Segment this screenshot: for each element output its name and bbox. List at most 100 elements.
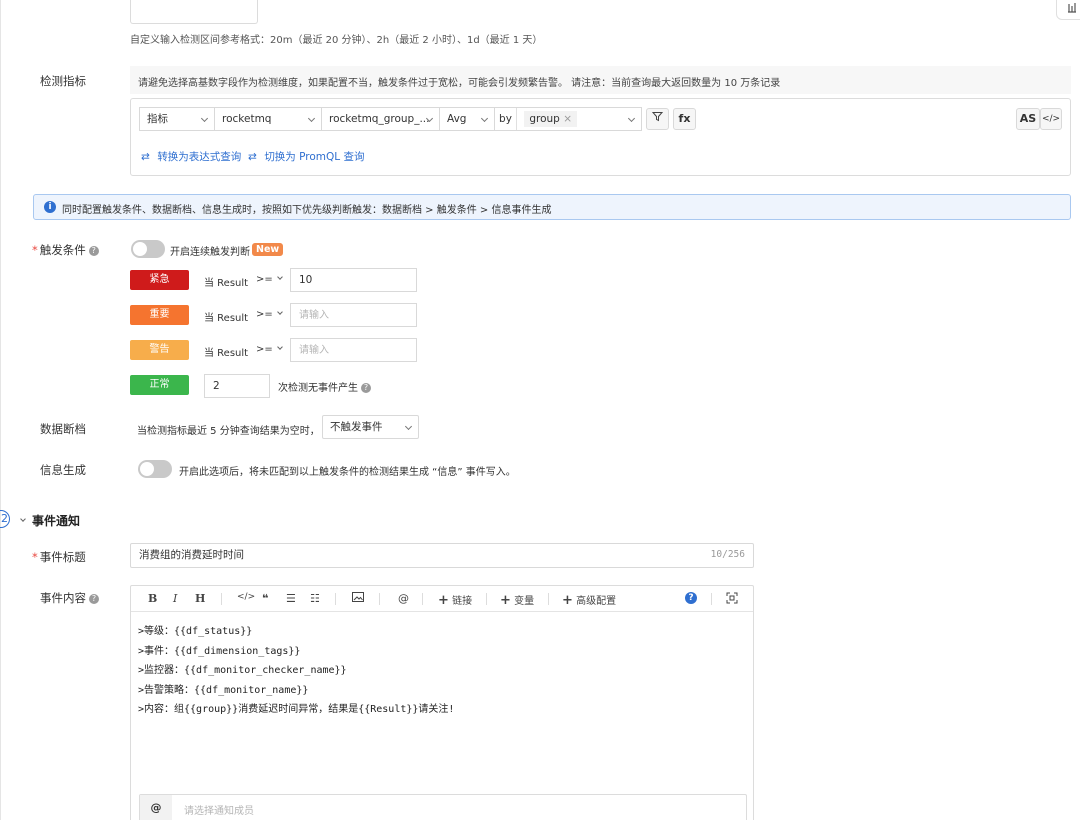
filter-icon [651, 112, 664, 122]
group-tag[interactable]: group × [524, 111, 577, 127]
bullet-list-icon[interactable]: ☰ [286, 592, 296, 605]
fullscreen-icon[interactable] [726, 592, 738, 607]
advanced-config-button[interactable]: + 高级配置 [562, 592, 616, 608]
code-icon: </> [1041, 114, 1061, 124]
threshold-input[interactable]: 请输入 [290, 303, 417, 327]
swap-icon: ⇄ [248, 151, 257, 163]
threshold-input[interactable]: 10 [290, 268, 417, 292]
step-circle-icon: 2 [0, 510, 10, 528]
metric-select[interactable]: rocketmq_group_... [321, 107, 440, 131]
editor-toolbar: B I H </> ❝ ☰ ☷ @ + 链接 + 变量 + 高级配置 ? [131, 586, 753, 612]
metrics-warning-bar: 请避免选择高基数字段作为检测维度，如果配置不当，触发条件过于宽松，可能会引发频繁… [130, 66, 1071, 94]
insert-link-button[interactable]: + 链接 [438, 592, 472, 608]
collapse-chevron-icon[interactable] [16, 514, 26, 527]
help-icon[interactable]: ? [685, 592, 697, 604]
bold-button[interactable]: B [148, 592, 157, 605]
event-title-value: 消费组的消费延时时间 [139, 549, 244, 561]
detection-interval-input[interactable] [130, 0, 258, 24]
help-icon[interactable]: ? [89, 594, 99, 604]
event-title-input[interactable]: 消费组的消费延时时间 10/256 [130, 543, 754, 568]
operator-select[interactable]: >= [256, 309, 283, 320]
info-gen-label: 信息生成 [40, 463, 86, 477]
source-select[interactable]: rocketmq [214, 107, 322, 131]
level-badge-normal: 正常 [130, 375, 189, 395]
editor-line: >事件：{{df_dimension_tags}} [138, 645, 301, 657]
image-icon[interactable] [352, 592, 364, 605]
filter-button[interactable] [646, 108, 669, 130]
insert-link-label: 链接 [452, 596, 473, 607]
info-gen-text: 开启此选项后，将未匹配到以上触发条件的检测结果生成 “信息” 事件写入。 [179, 467, 516, 478]
insert-variable-button[interactable]: + 变量 [500, 592, 534, 608]
switch-promql-link[interactable]: ⇄ 切换为 PromQL 查询 [248, 149, 365, 164]
quote-icon[interactable]: ❝ [262, 592, 268, 605]
info-gen-toggle[interactable] [138, 460, 172, 478]
threshold-value: 10 [299, 274, 313, 286]
normal-count-input[interactable]: 2 [204, 374, 270, 398]
type-select-value: 指标 [147, 113, 168, 125]
switch-expression-label: 转换为表达式查询 [157, 151, 242, 163]
switch-expression-link[interactable]: ⇄ 转换为表达式查询 [141, 149, 241, 164]
editor-line: >等级：{{df_status}} [138, 626, 253, 637]
help-icon[interactable]: ? [88, 246, 99, 256]
level-badge: 重要 [130, 305, 189, 325]
threshold-input[interactable]: 请输入 [290, 338, 417, 362]
editor-line: >监控器：{{df_monitor_checker_name}} [138, 665, 347, 676]
chevron-down-icon [20, 516, 26, 522]
toolbar-divider [221, 593, 222, 605]
chevron-down-icon [307, 114, 316, 123]
continuous-trigger-label: 开启连续触发判断 [170, 247, 250, 258]
chevron-down-icon [276, 274, 283, 280]
tag-close-icon[interactable]: × [563, 113, 572, 125]
trigger-label-text: 触发条件 [39, 243, 86, 257]
operator-select[interactable]: >= [256, 344, 283, 355]
advanced-config-label: 高级配置 [576, 596, 617, 607]
type-select[interactable]: 指标 [139, 107, 215, 131]
condition-result-label: 当 Result [204, 348, 249, 359]
normal-suffix: 次检测无事件产生? [278, 379, 371, 394]
help-icon[interactable]: ? [361, 383, 371, 393]
corner-toggle-icon[interactable] [1056, 0, 1080, 20]
fx-button[interactable]: fx [673, 108, 696, 130]
swap-icon: ⇄ [141, 151, 150, 163]
alias-button[interactable]: AS [1016, 108, 1040, 130]
ordered-list-icon[interactable]: ☷ [310, 592, 320, 605]
data-gap-label: 数据断档 [40, 422, 86, 436]
chevron-down-icon [627, 114, 636, 123]
editor-line: >内容：组{{group}}消费延迟时间异常，结果是{{Result}}请关注! [138, 704, 455, 715]
chevron-down-icon [200, 114, 209, 123]
level-badge: 警告 [130, 340, 189, 360]
chevron-down-icon [480, 114, 489, 123]
continuous-trigger-toggle[interactable] [131, 240, 165, 258]
new-badge-text: New [252, 243, 284, 256]
toolbar-divider [486, 593, 487, 605]
operator-value: >= [256, 274, 273, 285]
info-icon: i [44, 201, 56, 213]
code-button[interactable]: </> [1040, 108, 1062, 130]
code-icon[interactable]: </> [237, 592, 255, 602]
data-gap-select-value: 不触发事件 [330, 421, 383, 433]
query-builder: 指标 rocketmq rocketmq_group_... Avg by gr… [130, 98, 1071, 176]
at-icon: @ [140, 795, 172, 820]
toolbar-divider [379, 593, 380, 605]
aggregation-select[interactable]: Avg [439, 107, 495, 131]
level-badge: 紧急 [130, 270, 189, 290]
mention-button[interactable]: @ [398, 592, 409, 605]
editor-line: >告警策略：{{df_monitor_name}} [138, 684, 309, 696]
normal-suffix-text: 次检测无事件产生 [278, 383, 358, 394]
mention-member-field[interactable]: @ 请选择通知成员 [139, 794, 747, 820]
group-tag-label: group [529, 113, 560, 125]
switch-promql-label: 切换为 PromQL 查询 [264, 151, 365, 163]
mention-placeholder: 请选择通知成员 [184, 806, 254, 817]
event-title-label: * 事件标题 [32, 550, 86, 564]
data-gap-select[interactable]: 不触发事件 [322, 415, 419, 439]
chevron-down-icon [276, 344, 283, 350]
metrics-label: 检测指标 [40, 74, 86, 88]
italic-button[interactable]: I [173, 592, 177, 605]
aggregation-select-value: Avg [447, 113, 467, 125]
heading-button[interactable]: H [195, 592, 205, 605]
metrics-warning-text: 请避免选择高基数字段作为检测维度，如果配置不当，触发条件过于宽松，可能会引发频繁… [138, 78, 781, 89]
operator-select[interactable]: >= [256, 274, 283, 285]
operator-value: >= [256, 344, 273, 355]
section-title: 事件通知 [32, 514, 81, 528]
group-by-select[interactable]: by group × [494, 107, 642, 131]
